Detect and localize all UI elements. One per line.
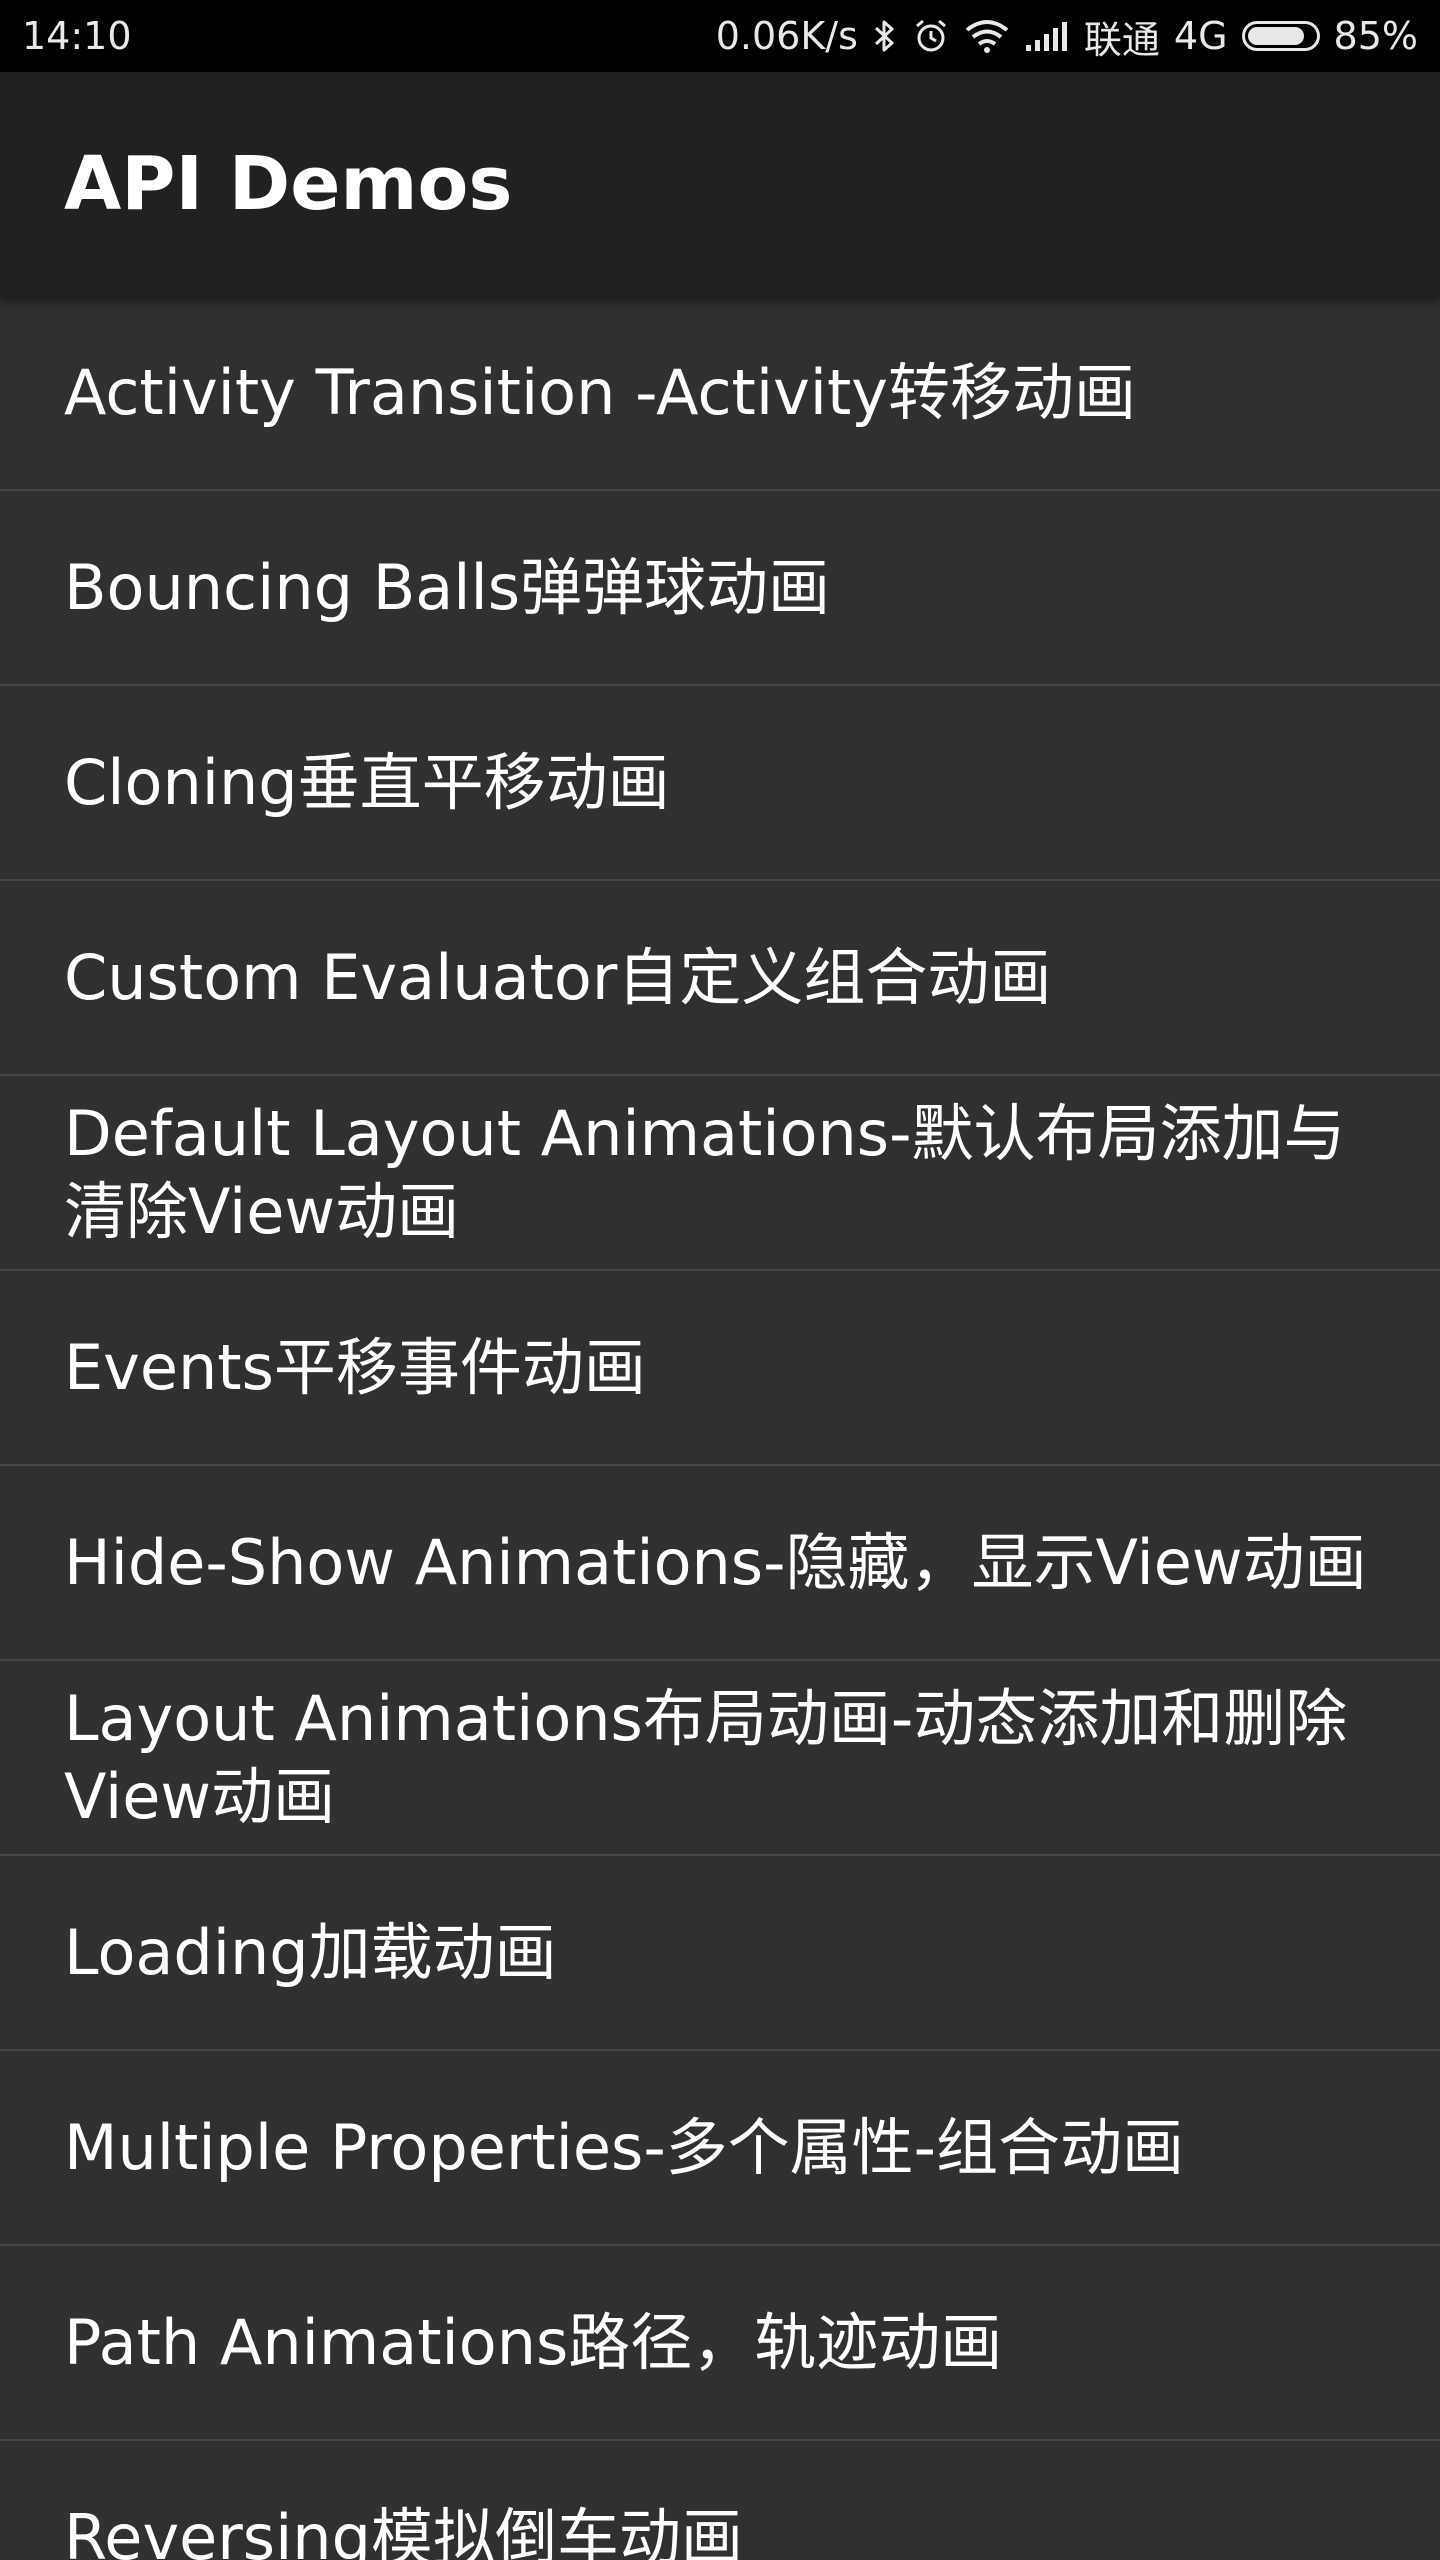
bluetooth-icon [872,18,898,54]
status-icons: 0.06K/s 联通 4G 85% [716,9,1418,64]
list-item[interactable]: Cloning垂直平移动画 [0,686,1440,881]
list-item[interactable]: Default Layout Animations-默认布局添加与清除View动… [0,1076,1440,1271]
list-item-label: Events平移事件动画 [64,1330,646,1404]
list-item-label: Default Layout Animations-默认布局添加与清除View动… [64,1096,1346,1248]
list-item-label: Path Animations路径，轨迹动画 [64,2305,1003,2379]
app-bar: API Demos [0,72,1440,296]
list-item-label: Cloning垂直平移动画 [64,745,670,819]
network-speed: 0.06K/s [715,14,858,58]
network-type: 4G [1173,14,1228,58]
list-item[interactable]: Layout Animations布局动画-动态添加和删除View动画 [0,1661,1440,1856]
list-item-label: Reversing模拟倒车动画 [64,2500,743,2560]
signal-icon [1024,19,1070,53]
carrier-name: 联通 [1083,17,1160,62]
battery-fill [1247,27,1304,45]
battery-icon [1241,21,1320,51]
list-item[interactable]: Reversing模拟倒车动画 [0,2441,1440,2560]
status-bar: 14:10 0.06K/s 联通 4G 85% [0,0,1440,72]
list-item[interactable]: Loading加载动画 [0,1856,1440,2051]
list-item[interactable]: Activity Transition -Activity转移动画 [0,296,1440,491]
list-item-label: Loading加载动画 [64,1915,557,1989]
list-item[interactable]: Bouncing Balls弹弹球动画 [0,491,1440,686]
wifi-icon [964,18,1010,54]
list-item[interactable]: Path Animations路径，轨迹动画 [0,2246,1440,2441]
list-item-label: Bouncing Balls弹弹球动画 [64,550,831,624]
list-item-label: Hide-Show Animations-隐藏，显示View动画 [64,1525,1367,1599]
list-item-label: Custom Evaluator自定义组合动画 [64,940,1052,1014]
alarm-icon [912,17,950,55]
battery-percent: 85% [1333,14,1418,58]
list-item[interactable]: Events平移事件动画 [0,1271,1440,1466]
list-item-label: Multiple Properties-多个属性-组合动画 [64,2110,1185,2184]
list-item-label: Layout Animations布局动画-动态添加和删除View动画 [64,1681,1348,1833]
list-item[interactable]: Custom Evaluator自定义组合动画 [0,881,1440,1076]
list-item[interactable]: Multiple Properties-多个属性-组合动画 [0,2051,1440,2246]
battery-body [1241,21,1320,51]
list-item[interactable]: Hide-Show Animations-隐藏，显示View动画 [0,1466,1440,1661]
list-item-label: Activity Transition -Activity转移动画 [64,355,1136,429]
app-title: API Demos [64,141,513,227]
demo-list[interactable]: Activity Transition -Activity转移动画 Bouncin… [0,296,1440,2560]
status-time: 14:10 [22,14,132,58]
